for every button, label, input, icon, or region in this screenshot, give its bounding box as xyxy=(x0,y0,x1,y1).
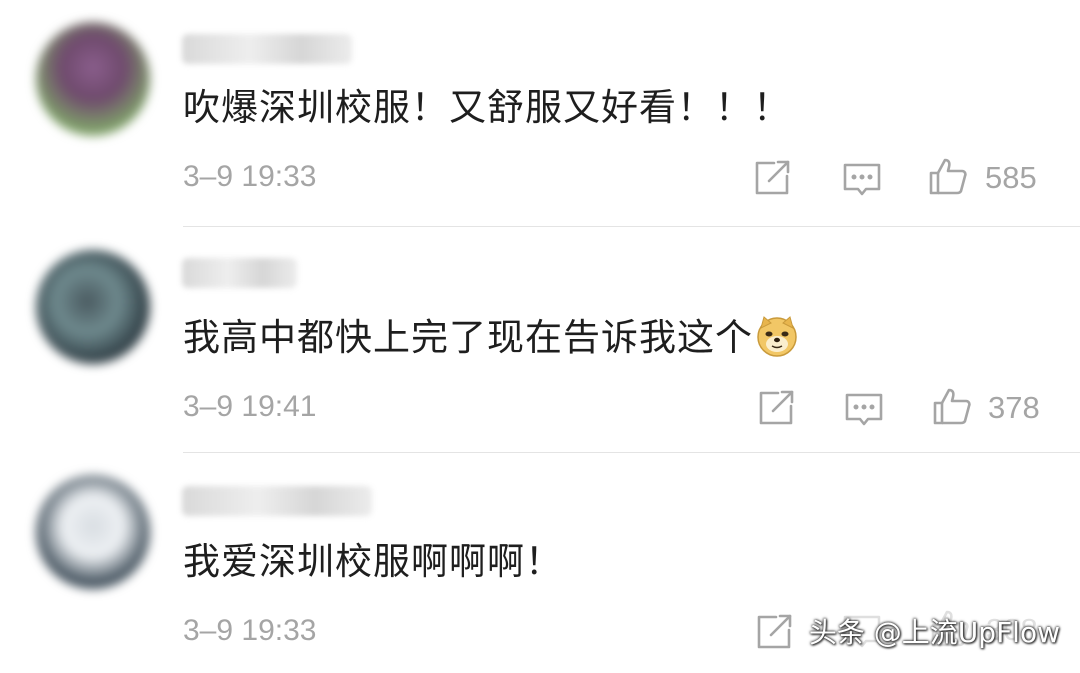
comment-text: 吹爆深圳校服！又舒服又好看！！！ xyxy=(183,86,791,129)
thumbs-up-icon[interactable] xyxy=(932,386,972,426)
share-icon[interactable] xyxy=(752,158,792,198)
avatar[interactable] xyxy=(36,250,150,364)
username-blurred[interactable] xyxy=(182,34,352,64)
avatar[interactable] xyxy=(36,475,150,589)
comment-time: 3–9 19:33 xyxy=(183,614,317,647)
doge-emoji-icon xyxy=(755,314,799,358)
avatar[interactable] xyxy=(36,22,150,136)
reply-icon[interactable] xyxy=(844,390,884,430)
comment-text: 我爱深圳校服啊啊啊！ xyxy=(183,540,563,583)
reply-icon[interactable] xyxy=(842,160,882,200)
like-count: 378 xyxy=(988,390,1040,425)
divider xyxy=(183,226,1080,227)
share-icon[interactable] xyxy=(754,612,794,652)
like-count: 585 xyxy=(985,160,1037,195)
username-blurred[interactable] xyxy=(182,486,372,516)
comment-text: 我高中都快上完了现在告诉我这个 xyxy=(183,314,799,360)
watermark: 头条 @上流UpFlow xyxy=(808,616,1060,649)
thumbs-up-icon[interactable] xyxy=(928,156,968,196)
comment-text-body: 我高中都快上完了现在告诉我这个 xyxy=(183,316,753,359)
comment-time: 3–9 19:33 xyxy=(183,160,317,193)
divider xyxy=(183,452,1080,453)
comment-time: 3–9 19:41 xyxy=(183,390,317,423)
username-blurred[interactable] xyxy=(182,258,297,288)
share-icon[interactable] xyxy=(756,388,796,428)
